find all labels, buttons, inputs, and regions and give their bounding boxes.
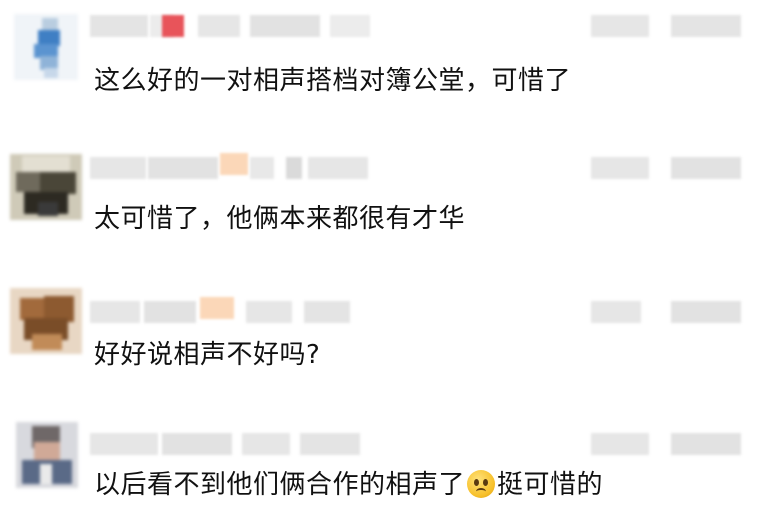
comment-text-content-after: 挺可惜的: [497, 470, 604, 500]
comment-text: 好好说相声不好吗?: [94, 334, 320, 371]
user-avatar[interactable]: [10, 154, 82, 220]
user-avatar[interactable]: [14, 14, 78, 80]
comment-text-content: 太可惜了，他俩本来都很有才华: [94, 204, 466, 234]
comment-text-content: 这么好的一对相声搭档对簿公堂，可惜了: [94, 66, 572, 96]
blurred-timestamp: [591, 423, 761, 455]
comment-list: 这么好的一对相声搭档对簿公堂，可惜了 太可惜了，他俩本来都很有才华 好好说相声不…: [0, 0, 771, 518]
blurred-timestamp: [591, 293, 761, 323]
blurred-timestamp: [591, 15, 761, 39]
comment-item: 这么好的一对相声搭档对簿公堂，可惜了: [0, 0, 771, 110]
frowning-face-emoji: [467, 470, 496, 498]
comment-item: 太可惜了，他俩本来都很有才华: [0, 138, 771, 248]
blurred-username: [90, 153, 490, 179]
comment-text-content: 好好说相声不好吗?: [94, 340, 321, 370]
user-avatar[interactable]: [16, 422, 78, 488]
comment-text: 这么好的一对相声搭档对簿公堂，可惜了: [94, 60, 571, 97]
blurred-username: [90, 423, 490, 455]
user-avatar[interactable]: [10, 288, 82, 354]
blurred-username: [90, 293, 490, 323]
comment-text-content: 以后看不到他们俩合作的相声了: [94, 470, 466, 500]
comment-item: 以后看不到他们俩合作的相声了 挺可惜的: [0, 408, 771, 518]
comment-item: 好好说相声不好吗?: [0, 278, 771, 388]
blurred-timestamp: [591, 153, 761, 179]
comment-text: 以后看不到他们俩合作的相声了 挺可惜的: [94, 464, 603, 501]
comment-text: 太可惜了，他俩本来都很有才华: [94, 198, 465, 235]
blurred-username: [90, 15, 490, 39]
